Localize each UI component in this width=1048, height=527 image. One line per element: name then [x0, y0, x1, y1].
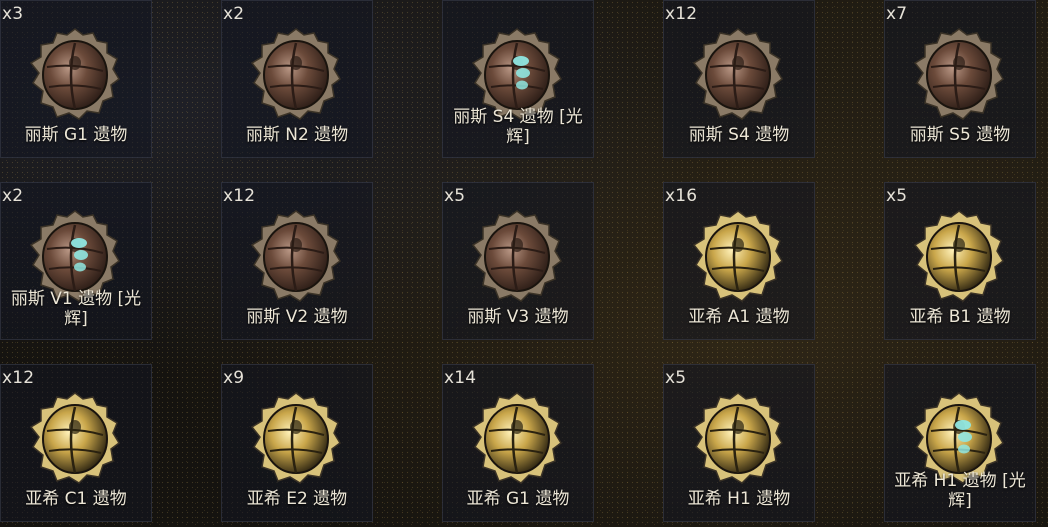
relic-item[interactable]: x2 丽斯 N2 遗物 — [221, 0, 373, 158]
item-count: x5 — [886, 186, 908, 206]
item-count: x2 — [223, 4, 245, 24]
item-name: 丽斯 V3 遗物 — [467, 307, 569, 327]
relic-item[interactable]: x5 亚希 H1 遗物 — [663, 364, 815, 522]
bronze-relic-icon — [686, 23, 790, 127]
relic-item[interactable]: 亚希 H1 遗物 [光辉] — [884, 364, 1036, 522]
item-name: 亚希 H1 遗物 — [687, 489, 791, 509]
item-name: 亚希 C1 遗物 — [25, 489, 127, 509]
item-name: 丽斯 V2 遗物 — [246, 307, 348, 327]
relic-item[interactable]: x7 丽斯 S5 遗物 — [884, 0, 1036, 158]
relic-item[interactable]: x14 亚希 G1 遗物 — [442, 364, 594, 522]
relic-item[interactable]: x9 亚希 E2 遗物 — [221, 364, 373, 522]
item-count: x12 — [665, 4, 698, 24]
gold-relic-icon — [686, 387, 790, 491]
item-count: x2 — [2, 186, 24, 206]
relic-item[interactable]: x3 丽斯 G1 遗物 — [0, 0, 152, 158]
item-name: 丽斯 S4 遗物 — [688, 125, 790, 145]
relic-item[interactable]: x12 丽斯 V2 遗物 — [221, 182, 373, 340]
item-name: 亚希 G1 遗物 — [466, 489, 570, 509]
bronze-relic-icon — [465, 205, 569, 309]
item-name: 亚希 E2 遗物 — [246, 489, 348, 509]
item-name: 丽斯 V1 遗物 [光辉] — [10, 289, 142, 329]
item-count: x9 — [223, 368, 245, 388]
relic-item[interactable]: x5 亚希 B1 遗物 — [884, 182, 1036, 340]
relic-item[interactable]: x16 亚希 A1 遗物 — [663, 182, 815, 340]
relic-item[interactable]: x2 丽斯 V1 遗物 [光辉] — [0, 182, 152, 340]
item-name: 丽斯 S4 遗物 [光辉] — [453, 107, 583, 147]
item-count: x5 — [665, 368, 687, 388]
gold-relic-icon — [23, 387, 127, 491]
gold-relic-icon — [465, 387, 569, 491]
item-count: x3 — [2, 4, 24, 24]
relic-item[interactable]: 丽斯 S4 遗物 [光辉] — [442, 0, 594, 158]
relic-item[interactable]: x5 丽斯 V3 遗物 — [442, 182, 594, 340]
gold-relic-icon — [907, 205, 1011, 309]
item-name: 丽斯 S5 遗物 — [909, 125, 1011, 145]
item-name: 亚希 H1 遗物 [光辉] — [894, 471, 1026, 511]
bronze-relic-icon — [907, 23, 1011, 127]
relic-item[interactable]: x12 亚希 C1 遗物 — [0, 364, 152, 522]
bronze-relic-icon — [23, 23, 127, 127]
item-count: x12 — [223, 186, 256, 206]
item-name: 亚希 A1 遗物 — [688, 307, 790, 327]
item-name: 亚希 B1 遗物 — [909, 307, 1011, 327]
item-count: x12 — [2, 368, 35, 388]
relic-item[interactable]: x12 丽斯 S4 遗物 — [663, 0, 815, 158]
item-name: 丽斯 N2 遗物 — [245, 125, 349, 145]
item-name: 丽斯 G1 遗物 — [24, 125, 128, 145]
bronze-relic-icon — [244, 205, 348, 309]
item-count: x16 — [665, 186, 698, 206]
bronze-relic-icon — [244, 23, 348, 127]
item-count: x14 — [444, 368, 477, 388]
item-count: x7 — [886, 4, 908, 24]
gold-relic-icon — [686, 205, 790, 309]
gold-relic-icon — [244, 387, 348, 491]
item-count: x5 — [444, 186, 466, 206]
